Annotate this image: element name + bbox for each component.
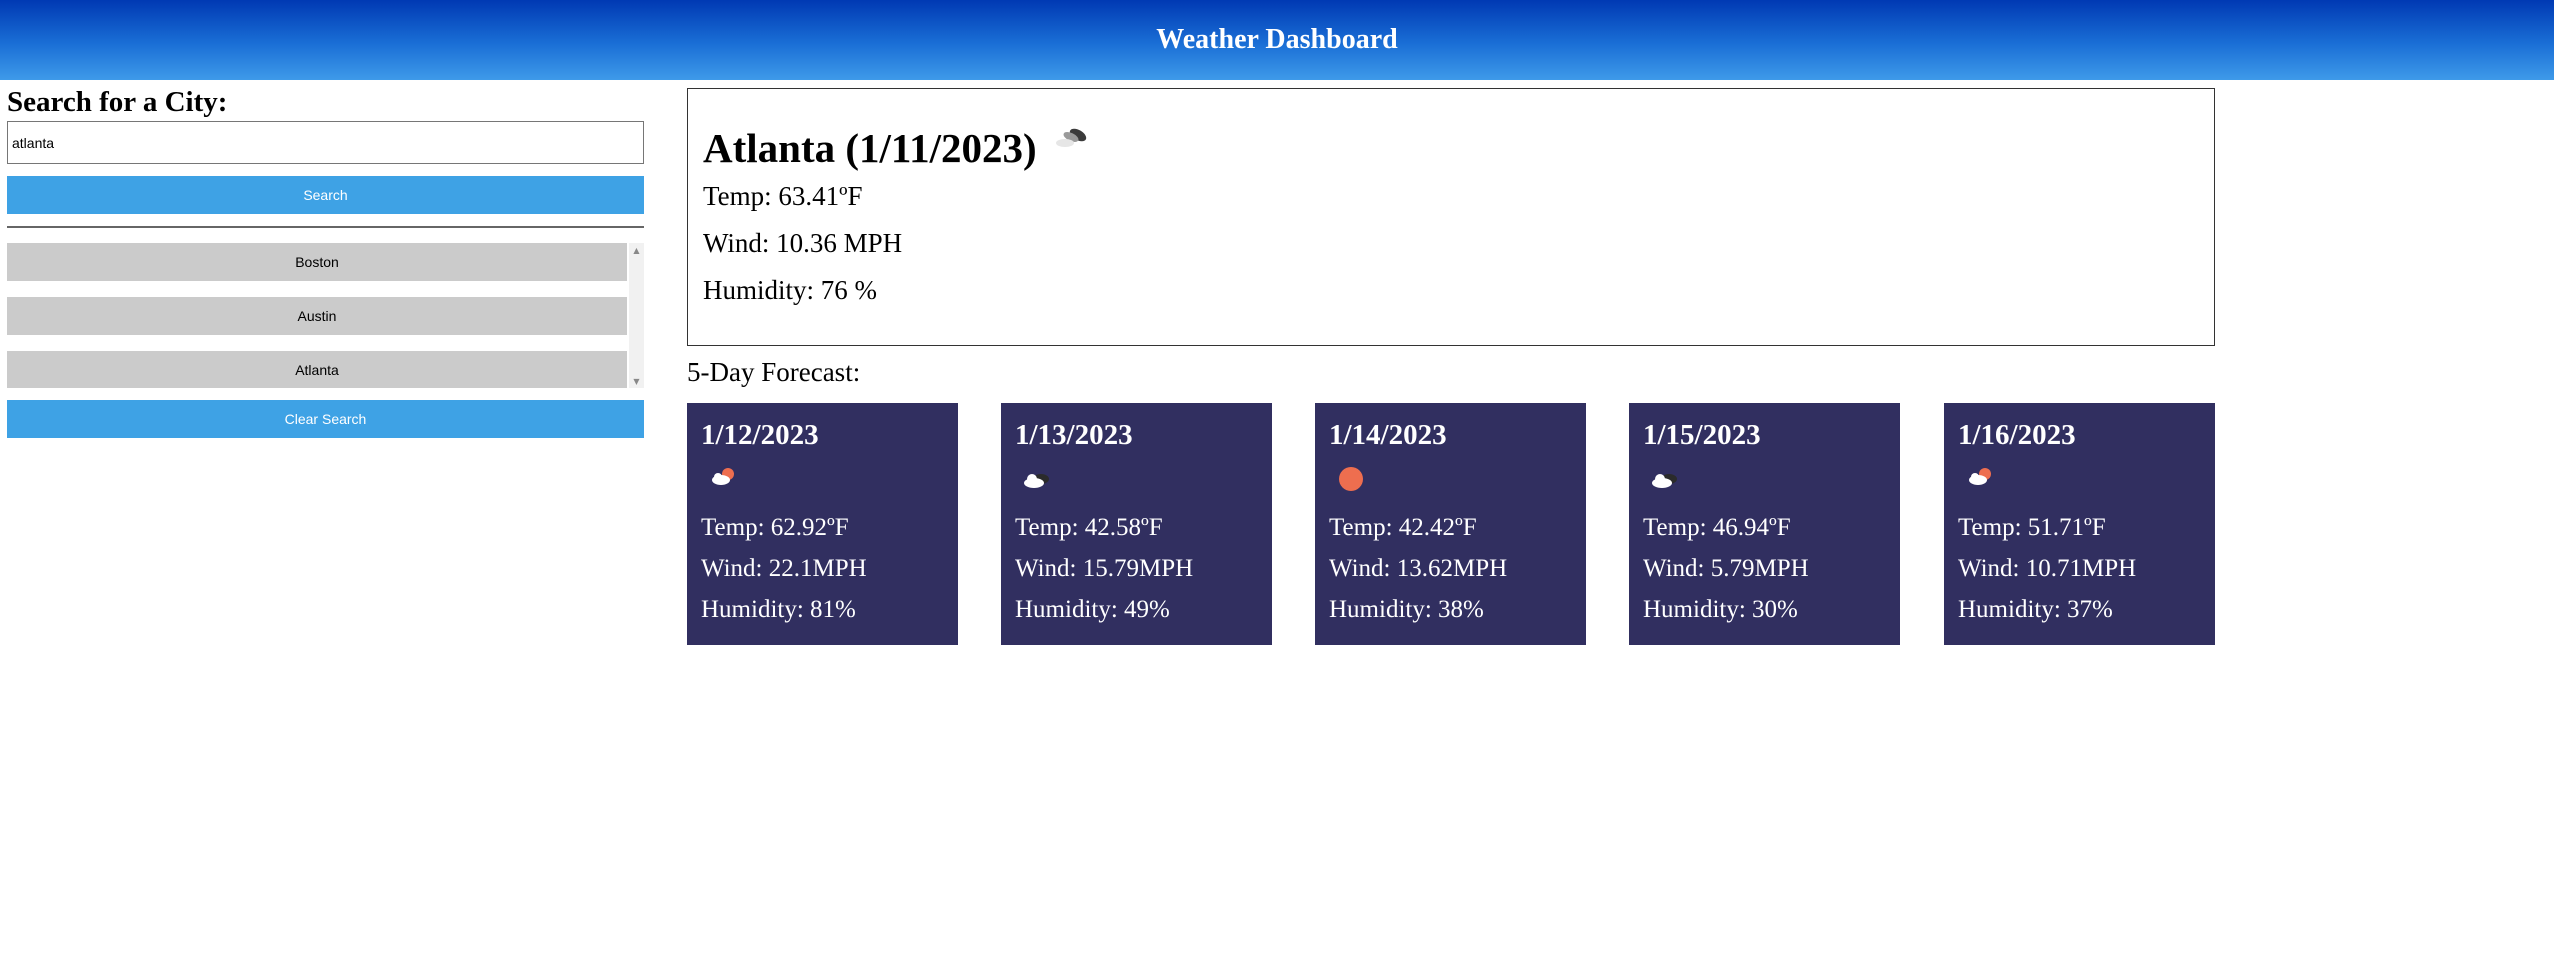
forecast-card: 1/13/2023 Temp: 42.58ºF Wind: 15.79MPH H…	[1001, 403, 1272, 645]
broken-clouds-icon	[1055, 128, 1086, 147]
forecast-date: 1/16/2023	[1958, 419, 2076, 451]
current-title-row: Atlanta (1/11/2023)	[703, 123, 2214, 173]
clear-sky-icon	[1339, 467, 1363, 491]
forecast-date: 1/14/2023	[1329, 419, 1447, 451]
current-city-date: Atlanta (1/11/2023)	[703, 125, 1037, 171]
current-weather-card: Atlanta (1/11/2023) Temp: 63.41ºF Wind: …	[687, 88, 2215, 346]
few-clouds-day-icon	[1969, 468, 1991, 485]
forecast-card: 1/12/2023 Temp: 62.92ºF Wind: 22.1MPH Hu…	[687, 403, 958, 645]
search-heading: Search for a City:	[7, 86, 228, 118]
city-search-input[interactable]	[7, 121, 644, 164]
forecast-wind: Wind: 22.1MPH	[701, 555, 867, 582]
scattered-clouds-icon	[1652, 474, 1677, 488]
forecast-temp: Temp: 62.92ºF	[701, 514, 849, 541]
history-item-austin[interactable]: Austin	[7, 297, 627, 335]
current-humidity: Humidity: 76 %	[703, 275, 877, 305]
forecast-card: 1/14/2023 Temp: 42.42ºF Wind: 13.62MPH H…	[1315, 403, 1586, 645]
forecast-humidity: Humidity: 30%	[1643, 596, 1798, 623]
clear-search-button[interactable]: Clear Search	[7, 400, 644, 438]
forecast-date: 1/13/2023	[1015, 419, 1133, 451]
scattered-clouds-icon	[1024, 474, 1049, 488]
forecast-wind: Wind: 15.79MPH	[1015, 555, 1194, 582]
search-sidebar: Search for a City: Search Boston Austin …	[7, 85, 645, 438]
forecast-temp: Temp: 46.94ºF	[1643, 514, 1791, 541]
forecast-wind: Wind: 5.79MPH	[1643, 555, 1809, 582]
forecast-heading: 5-Day Forecast:	[687, 357, 861, 387]
forecast-row: 1/12/2023 Temp: 62.92ºF Wind: 22.1MPH Hu…	[687, 403, 2215, 645]
forecast-humidity: Humidity: 37%	[1958, 596, 2113, 623]
few-clouds-day-icon	[712, 468, 734, 485]
history-scrollbar[interactable]: ▲ ▼	[629, 243, 644, 388]
forecast-humidity: Humidity: 49%	[1015, 596, 1170, 623]
current-temp: Temp: 63.41ºF	[703, 181, 863, 211]
scroll-up-arrow-icon[interactable]: ▲	[629, 243, 644, 257]
forecast-humidity: Humidity: 38%	[1329, 596, 1484, 623]
history-item-boston[interactable]: Boston	[7, 243, 627, 281]
forecast-wind: Wind: 10.71MPH	[1958, 555, 2137, 582]
forecast-wind: Wind: 13.62MPH	[1329, 555, 1508, 582]
forecast-card: 1/16/2023 Temp: 51.71ºF Wind: 10.71MPH H…	[1944, 403, 2215, 645]
history-list: Boston Austin Atlanta	[7, 243, 627, 388]
page-title: Weather Dashboard	[1156, 24, 1398, 55]
divider	[7, 226, 644, 228]
forecast-date: 1/12/2023	[701, 419, 819, 451]
forecast-date: 1/15/2023	[1643, 419, 1761, 451]
scroll-down-arrow-icon[interactable]: ▼	[629, 374, 644, 388]
app-header: Weather Dashboard	[0, 0, 2554, 80]
forecast-temp: Temp: 42.58ºF	[1015, 514, 1163, 541]
forecast-humidity: Humidity: 81%	[701, 596, 856, 623]
search-button[interactable]: Search	[7, 176, 644, 214]
forecast-temp: Temp: 42.42ºF	[1329, 514, 1477, 541]
history-item-atlanta[interactable]: Atlanta	[7, 351, 627, 388]
forecast-temp: Temp: 51.71ºF	[1958, 514, 2106, 541]
current-wind: Wind: 10.36 MPH	[703, 228, 903, 258]
search-history[interactable]: Boston Austin Atlanta ▲ ▼	[7, 243, 644, 388]
forecast-card: 1/15/2023 Temp: 46.94ºF Wind: 5.79MPH Hu…	[1629, 403, 1900, 645]
